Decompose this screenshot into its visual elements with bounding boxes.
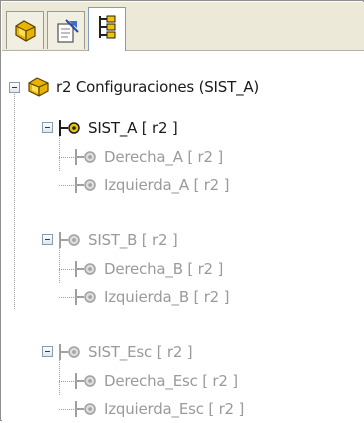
config-label: SIST_Esc [ r2 ]: [88, 343, 193, 361]
group-collapse-toggle[interactable]: [42, 122, 53, 133]
group-collapse-toggle[interactable]: [42, 346, 53, 357]
tree-connector: [59, 409, 74, 410]
config-label: Derecha_A [ r2 ]: [104, 148, 224, 166]
config-sist-a[interactable]: SIST_A [ r2 ]: [58, 114, 178, 142]
configuration-manager-icon: [99, 15, 116, 39]
config-derecha-a[interactable]: Derecha_A [ r2 ]: [74, 143, 223, 171]
config-izquierda-a[interactable]: Izquierda_A [ r2 ]: [74, 171, 229, 199]
tab-configuration-manager[interactable]: [88, 7, 126, 51]
config-label: SIST_A [ r2 ]: [88, 119, 178, 137]
configuration-manager-panel: r2 Configuraciones (SIST_A) SIST_A [ r2 …: [0, 0, 364, 421]
configuration-icon: [75, 177, 96, 193]
config-label: SIST_B [ r2 ]: [88, 231, 178, 249]
configuration-icon: [59, 232, 80, 248]
root-collapse-toggle[interactable]: [9, 82, 20, 93]
config-izquierda-esc[interactable]: Izquierda_Esc [ r2 ]: [74, 395, 244, 423]
tree-connector: [59, 381, 74, 382]
config-derecha-esc[interactable]: Derecha_Esc [ r2 ]: [74, 367, 238, 395]
config-label: Derecha_Esc [ r2 ]: [104, 372, 238, 390]
tree-connector: [14, 89, 15, 309]
tree-root-label: r2 Configuraciones (SIST_A): [56, 78, 260, 96]
config-label: Derecha_B [ r2 ]: [104, 260, 224, 278]
config-label: Izquierda_B [ r2 ]: [104, 288, 230, 306]
configuration-icon: [75, 289, 96, 305]
tree-connector: [59, 297, 74, 298]
configuration-icon: [59, 120, 80, 136]
config-derecha-b[interactable]: Derecha_B [ r2 ]: [74, 255, 223, 283]
tree-connector: [59, 157, 74, 158]
configuration-icon: [75, 261, 96, 277]
config-label: Izquierda_A [ r2 ]: [104, 176, 230, 194]
configuration-tree: r2 Configuraciones (SIST_A) SIST_A [ r2 …: [2, 51, 364, 421]
assembly-config-icon: [28, 77, 49, 97]
configuration-icon: [75, 373, 96, 389]
config-label: Izquierda_Esc [ r2 ]: [104, 400, 245, 418]
configuration-icon: [75, 401, 96, 417]
configuration-icon: [59, 344, 80, 360]
configuration-icon: [75, 149, 96, 165]
config-sist-b[interactable]: SIST_B [ r2 ]: [58, 226, 178, 254]
tree-connector: [59, 185, 74, 186]
property-manager-icon: [57, 19, 79, 43]
manager-tab-strip: [2, 2, 364, 51]
tree-root[interactable]: r2 Configuraciones (SIST_A): [26, 73, 259, 101]
config-sist-esc[interactable]: SIST_Esc [ r2 ]: [58, 338, 193, 366]
tab-property-manager[interactable]: [47, 11, 85, 49]
tab-feature-manager[interactable]: [6, 11, 44, 49]
group-collapse-toggle[interactable]: [42, 234, 53, 245]
feature-manager-icon: [15, 20, 36, 42]
config-izquierda-b[interactable]: Izquierda_B [ r2 ]: [74, 283, 229, 311]
tree-connector: [59, 269, 74, 270]
